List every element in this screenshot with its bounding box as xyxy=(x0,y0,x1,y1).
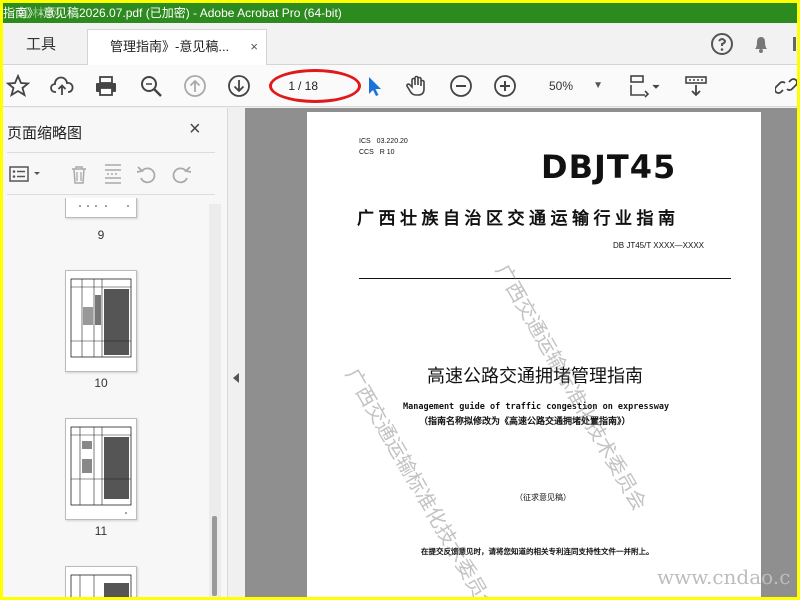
print-icon[interactable] xyxy=(93,73,119,99)
window-title-bar: 指南》-意见稿2026.07.pdf (已加密) - Adobe Acrobat… xyxy=(3,3,797,23)
tab-document[interactable]: 管理指南》-意见稿... × xyxy=(87,29,267,65)
zoom-value: 50% xyxy=(549,79,574,93)
search-icon[interactable] xyxy=(138,73,164,99)
chinese-title: 高速公路交通拥堵管理指南 xyxy=(427,366,643,387)
tab-bar: 工具 管理指南》-意见稿... × xyxy=(3,23,797,65)
upload-icon[interactable] xyxy=(49,73,75,99)
scroll-mode-icon[interactable] xyxy=(683,73,709,99)
zoom-in-icon[interactable] xyxy=(492,73,518,99)
link-icon[interactable] xyxy=(774,73,797,99)
corner-watermark: 道 林 网 xyxy=(17,6,60,20)
ccs-label: CCS xyxy=(359,149,374,156)
panel-close-button[interactable]: × xyxy=(189,118,201,141)
english-title: Management guide of traffic congestion o… xyxy=(403,402,670,412)
help-icon[interactable] xyxy=(709,31,735,57)
thumbnail-label: 9 xyxy=(97,228,105,242)
divider xyxy=(7,152,215,153)
site-watermark: www.cndao.c xyxy=(657,565,791,589)
zoom-out-icon[interactable] xyxy=(448,73,474,99)
horizontal-rule xyxy=(359,278,731,279)
more-icon[interactable] xyxy=(787,31,797,57)
panel-collapse-strip[interactable] xyxy=(229,108,245,597)
page-navigation: / 18 xyxy=(269,69,361,103)
ccs-code: R 10 xyxy=(379,149,395,156)
page-thumbnails-panel: 页面缩略图 × 9 10 11 xyxy=(3,108,228,597)
thumbnail-label: 10 xyxy=(94,376,108,390)
main-toolbar: / 18 50% ▼ xyxy=(3,65,797,107)
ics-code: 03.220.20 xyxy=(376,138,408,145)
options-menu-icon[interactable] xyxy=(9,162,43,186)
province-guide-title: 广西壮族自治区交通运输行业指南 xyxy=(357,209,680,229)
document-viewer[interactable]: ICS 03.220.20 CCS R 10 DBJT45 广西壮族自治区交通运输行… xyxy=(245,108,797,597)
thumbnail-page[interactable] xyxy=(65,566,137,597)
panel-title: 页面缩略图 xyxy=(7,125,83,142)
thumbnail-list: 9 10 11 xyxy=(3,198,221,597)
extract-page-icon[interactable] xyxy=(101,162,125,186)
classification-codes: ICS 03.220.20 CCS R 10 xyxy=(359,136,408,158)
draft-label: （征求意见稿） xyxy=(515,493,571,502)
thumbnail-page[interactable] xyxy=(65,270,137,372)
select-cursor-icon[interactable] xyxy=(361,73,387,99)
star-icon[interactable] xyxy=(5,73,31,99)
red-highlight-ellipse xyxy=(269,69,361,103)
app-window: 指南》-意见稿2026.07.pdf (已加密) - Adobe Acrobat… xyxy=(3,3,797,597)
standard-number: DB JT45/T XXXX—XXXX xyxy=(613,241,704,250)
standard-code-title: DBJT45 xyxy=(541,148,677,186)
fit-page-icon[interactable] xyxy=(627,73,663,99)
pdf-page: ICS 03.220.20 CCS R 10 DBJT45 广西壮族自治区交通运输行… xyxy=(307,112,761,597)
prev-page-icon[interactable] xyxy=(182,73,208,99)
thumbnail-scrollbar[interactable] xyxy=(209,204,221,597)
collapse-arrow-icon[interactable] xyxy=(233,373,239,383)
thumbnail-page[interactable] xyxy=(65,418,137,520)
tab-close-button[interactable]: × xyxy=(250,30,258,64)
zoom-select[interactable]: 50% ▼ xyxy=(533,75,609,97)
next-page-icon[interactable] xyxy=(226,73,252,99)
rotate-right-icon[interactable] xyxy=(169,162,193,186)
rotate-left-icon[interactable] xyxy=(135,162,159,186)
diagonal-watermark: 广西交通运输标准化技术委员会 xyxy=(340,364,502,597)
thumbnail-label: 11 xyxy=(94,524,108,538)
delete-icon[interactable] xyxy=(67,162,91,186)
thumbnail-page[interactable] xyxy=(65,198,137,218)
bell-icon[interactable] xyxy=(748,31,774,57)
tab-tools[interactable]: 工具 xyxy=(3,23,79,65)
tab-document-label: 管理指南》-意见稿... xyxy=(110,39,230,54)
scrollbar-thumb[interactable] xyxy=(212,516,217,596)
divider xyxy=(7,194,215,195)
hand-icon[interactable] xyxy=(404,73,430,99)
chevron-down-icon: ▼ xyxy=(593,80,603,91)
ics-label: ICS xyxy=(359,138,371,145)
